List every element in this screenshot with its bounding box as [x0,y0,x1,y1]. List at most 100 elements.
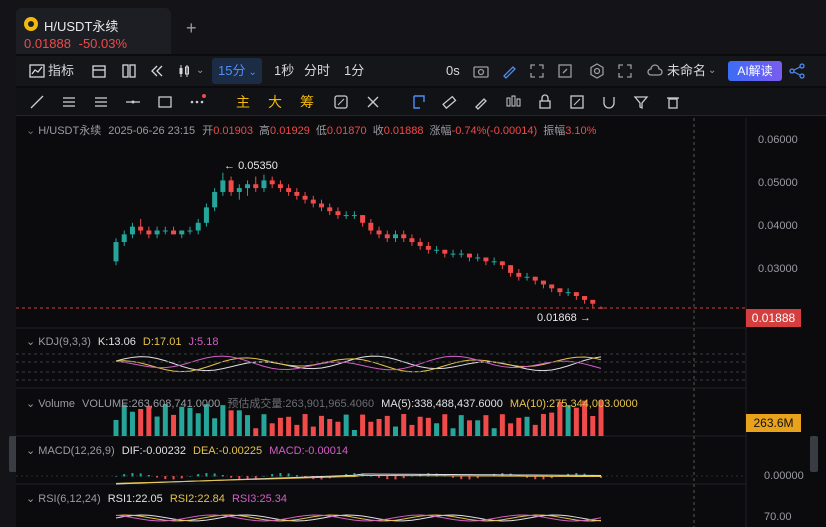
bell-icon[interactable]: ⌄ [26,445,35,457]
rectangle-icon[interactable] [156,93,174,111]
lock-icon[interactable] [536,93,554,111]
candle-body [573,292,579,297]
candle-body [582,296,588,300]
replay-icon[interactable] [148,62,166,80]
volume-tag: 263.6M [746,414,801,432]
right-collapse-handle[interactable] [810,436,818,472]
indicators-button[interactable]: 指标 [48,62,74,80]
screenshot-icon[interactable] [528,62,546,80]
settings-icon[interactable] [588,62,606,80]
horizontal-line-icon[interactable] [124,93,142,111]
candle-body [409,238,415,243]
trash-icon[interactable] [664,93,682,111]
interval-1s[interactable]: 1秒 [274,62,294,80]
interval-time-sharing[interactable]: 分时 [304,62,330,80]
magnet-icon[interactable] [600,93,618,111]
pencil-icon[interactable] [500,62,518,80]
tab-h-usdt[interactable]: H/USDT永续 0.01888 -50.03% [16,8,171,54]
open-value: 0.01903 [213,125,253,137]
macd-bar [221,475,224,477]
chip-button[interactable]: 筹 [300,93,314,111]
compare-icon[interactable] [332,93,350,111]
kdj-k: K:13.06 [97,336,136,348]
collapse-icon[interactable]: ⌄ [26,398,35,410]
layout-icon[interactable] [120,62,138,80]
candle-body [417,242,423,246]
eraser-icon[interactable] [364,93,382,111]
cloud-icon[interactable] [646,62,664,80]
candles-icon[interactable] [504,93,522,111]
share-image-icon[interactable] [556,62,574,80]
candle-body [483,257,489,262]
last-price-tag: 0.01888 [746,309,801,327]
volume-bar [368,421,374,436]
volume-bar [327,419,333,436]
candle-body [220,180,226,192]
trend-line-icon[interactable] [28,93,46,111]
volume-bar [466,420,472,436]
calendar-icon[interactable] [90,62,108,80]
volume-value: VOLUME:263,608,741.0000 [82,398,221,410]
volume-bar [236,410,242,436]
volume-bar [319,415,325,436]
candle-body [549,284,555,289]
high-annotation: ← 0.05350 [224,160,278,172]
macd-bar [188,475,191,477]
brush-icon[interactable] [472,93,490,111]
ai-analysis-button[interactable]: AI解读 [728,61,782,81]
macd-bar [115,476,117,477]
share-icon[interactable] [788,62,806,80]
macd-bar [468,476,471,480]
macd-bar [271,473,274,477]
macd-bar [386,476,389,480]
parallel-lines-icon[interactable] [60,93,78,111]
volume-bar [171,414,177,436]
fullscreen-icon[interactable] [616,62,634,80]
candle-body [162,230,168,232]
interval-15m[interactable]: 15分 ⌄ [212,58,262,84]
candle-body [187,230,193,232]
volume-bar [245,415,251,436]
macd-name: MACD(12,26,9) [38,445,115,457]
tab-title: H/USDT永续 [44,19,119,34]
macd-bar [295,475,298,477]
new-tab-button[interactable]: + [186,19,197,37]
candle-body [253,184,259,189]
candle-body [269,180,275,185]
volume-bar [129,411,135,436]
volume-bar [212,418,218,436]
layout-name[interactable]: 未命名 [667,62,706,80]
volume-bar [417,416,423,436]
volume-bar [475,420,481,436]
chevron-down-icon[interactable]: ⌄ [196,62,204,80]
volume-bar [294,424,300,436]
amp-value: 3.10% [565,125,597,137]
edit-box-icon[interactable] [568,93,586,111]
candle-type-icon[interactable] [176,62,194,80]
fib-icon[interactable] [92,93,110,111]
chart-area[interactable]: ⌄ H/USDT永续 2025-06-26 23:15 开0.01903 高0.… [16,118,826,527]
more-tools-icon[interactable] [188,93,206,111]
indicator-icon[interactable] [28,62,46,80]
volume-bar [179,406,185,436]
chart-canvas[interactable] [16,118,826,527]
collapse-icon[interactable]: ⌄ [26,125,35,137]
candle-body [113,242,119,262]
candle-body [138,226,144,231]
bell-icon[interactable]: ⌄ [26,336,35,348]
candle-body [565,292,571,294]
price-tick: 0.06000 [758,134,798,146]
chevron-down-icon[interactable]: ⌄ [708,62,716,80]
macd-bar [378,476,381,478]
cursor-icon[interactable] [410,93,428,111]
main-indicator-button[interactable]: 主 [236,93,250,111]
chevron-down-icon: ⌄ [248,67,257,78]
camera-icon[interactable] [472,62,490,80]
ruler-icon[interactable] [440,93,458,111]
big-order-button[interactable]: 大 [268,93,282,111]
bell-icon[interactable]: ⌄ [26,493,35,505]
macd-bar [180,476,183,479]
filter-icon[interactable] [632,93,650,111]
volume-bar [434,423,440,436]
interval-1m[interactable]: 1分 [344,62,364,80]
